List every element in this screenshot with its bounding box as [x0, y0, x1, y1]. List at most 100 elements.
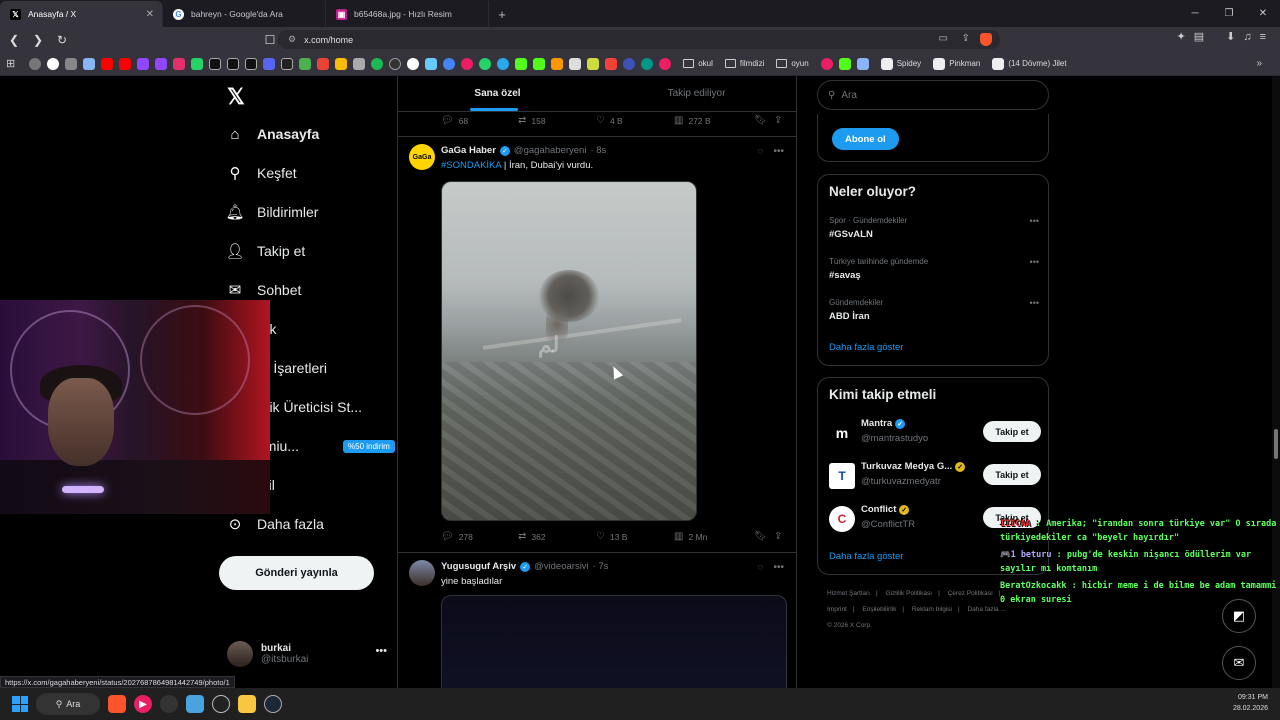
spotify-bookmark-icon[interactable]	[371, 57, 384, 70]
github-bookmark-icon[interactable]	[407, 57, 420, 70]
steam-taskbar-icon[interactable]	[264, 695, 282, 713]
taskbar-search[interactable]: ⚲ Ara	[36, 693, 100, 715]
footer-link[interactable]: Gizlilik Politikası	[886, 590, 933, 597]
footer-link[interactable]: Çerez Politikası	[948, 590, 993, 597]
whatsapp-bookmark-icon[interactable]	[191, 57, 204, 70]
sidebar-icon[interactable]: ▤	[1194, 30, 1204, 43]
messages-float-button[interactable]: ✉	[1222, 646, 1256, 680]
nav-more[interactable]: ⊙ Daha fazla	[227, 516, 324, 533]
address-bar[interactable]: ⚙ x.com/home ⇪ ▭	[278, 30, 1000, 49]
author-name[interactable]: GaGa Haber	[441, 145, 496, 156]
bookmark-icon[interactable]	[353, 57, 366, 70]
bookmark-icon[interactable]	[569, 57, 582, 70]
bookmark-icon[interactable]	[605, 57, 618, 70]
more-dots-icon[interactable]: •••	[375, 645, 387, 657]
trend-item[interactable]: Gündemdekiler ABD İran •••	[829, 298, 1039, 322]
gmail-bookmark-icon[interactable]	[317, 57, 330, 70]
brave-taskbar-icon[interactable]	[108, 695, 126, 713]
more-bookmarks-icon[interactable]: »	[1256, 58, 1262, 69]
windows-start-icon[interactable]	[12, 696, 28, 712]
youtube-bookmark-icon[interactable]	[101, 57, 114, 70]
search-input[interactable]: ⚲ Ara	[817, 80, 1049, 110]
cast-icon[interactable]: ▭	[939, 33, 948, 44]
trends-show-more[interactable]: Daha fazla göster	[829, 342, 903, 353]
tweet[interactable]: GaGa GaGa Haber ✓ @gagahaberyeni · 8s ◌ …	[398, 136, 796, 551]
forward-button[interactable]: ❯	[28, 30, 48, 50]
footer-link[interactable]: Daha fazla ...	[967, 606, 1005, 613]
nav-follow[interactable]: 👤︎ Takip et	[225, 243, 305, 260]
tweet-image[interactable]: ﻟﻢ	[441, 181, 697, 521]
like-button[interactable]: ♡ 13 B	[596, 531, 674, 542]
post-button[interactable]: Gönderi yayınla	[219, 556, 374, 590]
bookmark-icon[interactable]	[461, 57, 474, 70]
gemini-bookmark-icon[interactable]	[83, 57, 96, 70]
views-button[interactable]: ▥ 272 B	[674, 115, 754, 126]
bookmark-spidey[interactable]: Spidey	[880, 57, 921, 70]
tweet-video[interactable]	[441, 595, 787, 688]
telegram-bookmark-icon[interactable]	[497, 57, 510, 70]
tiktok-bookmark-icon[interactable]	[227, 57, 240, 70]
nav-messages[interactable]: ✉ Sohbet	[227, 282, 302, 299]
close-window-icon[interactable]: ✕	[1246, 0, 1280, 27]
more-dots-icon[interactable]: •••	[773, 146, 784, 157]
x-bookmark-icon[interactable]	[209, 57, 222, 70]
tab-for-you[interactable]: Sana özel	[398, 76, 597, 111]
kick-bookmark-icon[interactable]	[533, 57, 546, 70]
author-handle[interactable]: @videoarsivi	[534, 561, 589, 572]
tab-x-home[interactable]: 𝕏 Anasayfa / X ✕	[0, 1, 163, 27]
x-logo-icon[interactable]: 𝕏	[227, 84, 245, 110]
footer-link[interactable]: Hizmet Şartları	[827, 590, 870, 597]
file-explorer-taskbar-icon[interactable]	[238, 695, 256, 713]
kick-bookmark-icon[interactable]	[515, 57, 528, 70]
hashtag-link[interactable]: #SONDAKİKA	[441, 160, 501, 171]
youtube-bookmark-icon[interactable]	[119, 57, 132, 70]
more-dots-icon[interactable]: •••	[773, 562, 784, 573]
bookmark-icon[interactable]	[443, 57, 456, 70]
tab-image-viewer[interactable]: ▣ b65468a.jpg - Hızlı Resim	[326, 1, 489, 27]
media-icon[interactable]: ♫	[1243, 31, 1251, 43]
bookmark-jilet[interactable]: (14 Dövme) Jilet	[992, 57, 1067, 70]
photos-taskbar-icon[interactable]	[186, 695, 204, 713]
twitch-bookmark-icon[interactable]	[155, 57, 168, 70]
bookmark-pinkman[interactable]: Pinkman	[933, 57, 980, 70]
bookmark-folder-filmdizi[interactable]: filmdizi	[724, 59, 764, 68]
scrollbar-thumb[interactable]	[1274, 429, 1278, 459]
brave-shield-icon[interactable]	[980, 33, 992, 46]
footer-link[interactable]: Erişilebilirlik	[862, 606, 896, 613]
subscribe-button[interactable]: Abone ol	[832, 128, 899, 150]
tab-google-search[interactable]: G bahreyn - Google'da Ara	[163, 1, 326, 27]
account-switcher[interactable]: burkai @itsburkai •••	[227, 641, 387, 667]
more-dots-icon[interactable]: •••	[1030, 216, 1039, 226]
follow-button[interactable]: Takip et	[983, 464, 1041, 485]
download-icon[interactable]: ⬇	[1226, 30, 1235, 43]
trend-item[interactable]: Türkiye tarihinde gündemde #savaş •••	[829, 257, 1039, 281]
bookmark-icon[interactable]	[299, 57, 312, 70]
bookmark-icon[interactable]	[551, 57, 564, 70]
bookmark-icon[interactable]	[425, 57, 438, 70]
bookmark-icon[interactable]	[856, 57, 869, 70]
trend-item[interactable]: Spor · Gündemdekiler #GSvALN •••	[829, 216, 1039, 240]
grok-explain-icon[interactable]: ◌	[758, 146, 764, 157]
more-dots-icon[interactable]: •••	[1030, 257, 1039, 267]
more-dots-icon[interactable]: •••	[1030, 298, 1039, 308]
repost-button[interactable]: ⇄ 362	[518, 531, 596, 542]
follow-button[interactable]: Takip et	[983, 421, 1041, 442]
footer-link[interactable]: Imprint	[827, 606, 847, 613]
twitch-bookmark-icon[interactable]	[137, 57, 150, 70]
whatsapp-bookmark-icon[interactable]	[479, 57, 492, 70]
bookmark-button[interactable]: 🔖︎	[754, 531, 774, 542]
share-button[interactable]: ⇪	[774, 115, 782, 126]
tiktok-bookmark-icon[interactable]	[245, 57, 258, 70]
drive-bookmark-icon[interactable]	[335, 57, 348, 70]
minimize-icon[interactable]: ─	[1178, 0, 1212, 27]
bookmark-icon[interactable]	[389, 57, 402, 70]
new-tab-button[interactable]: +	[489, 1, 515, 27]
apps-grid-icon[interactable]: ⊞	[6, 57, 15, 70]
tweet-time[interactable]: · 8s	[590, 145, 606, 156]
history-bookmark-icon[interactable]	[29, 57, 42, 70]
capcut-bookmark-icon[interactable]	[281, 57, 294, 70]
share-button[interactable]: ⇪	[774, 531, 782, 542]
tweet-time[interactable]: · 7s	[593, 561, 609, 572]
app-taskbar-icon[interactable]	[212, 695, 230, 713]
close-tab-icon[interactable]: ✕	[146, 9, 154, 20]
